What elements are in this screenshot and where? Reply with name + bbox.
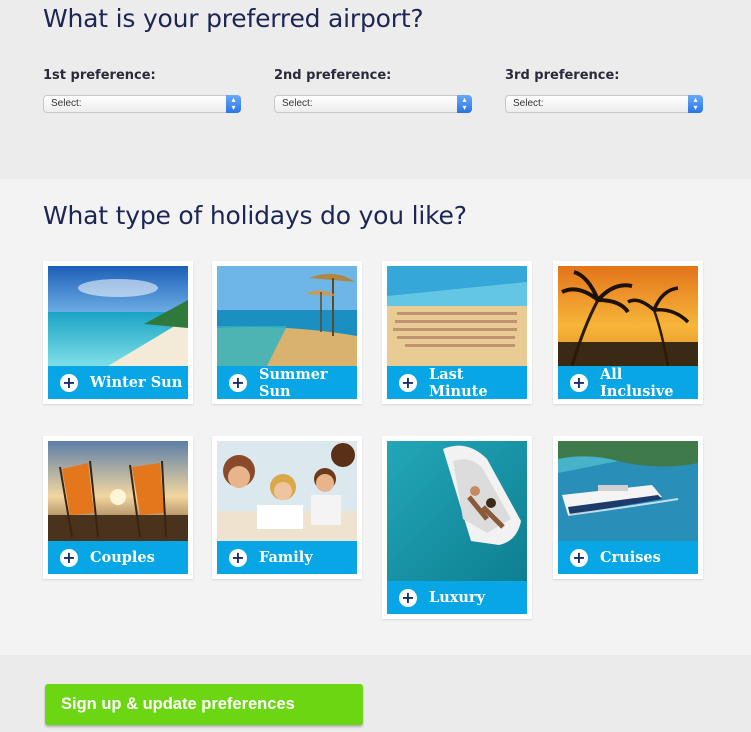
pref-2-label: 2nd preference: bbox=[274, 68, 392, 83]
winter-sun-label: Winter Sun bbox=[90, 374, 183, 391]
plus-icon: + bbox=[399, 373, 417, 392]
luxury-label: Luxury bbox=[429, 589, 485, 606]
plus-icon: + bbox=[60, 373, 78, 392]
last-minute-image bbox=[387, 266, 527, 366]
last-minute-bar: + Last Minute bbox=[387, 365, 527, 400]
plus-icon: + bbox=[229, 548, 247, 567]
plus-icon: + bbox=[229, 373, 247, 392]
plus-icon: + bbox=[60, 548, 78, 567]
winter-sun-bar: + Winter Sun bbox=[48, 366, 188, 399]
summer-sun-bar: + Summer Sun bbox=[217, 365, 357, 400]
holiday-card-summer-sun[interactable]: + Summer Sun bbox=[212, 261, 362, 404]
couples-bar: + Couples bbox=[48, 541, 188, 574]
last-minute-label: Last Minute bbox=[429, 365, 488, 400]
all-inclusive-label: All Inclusive bbox=[600, 365, 674, 400]
all-inclusive-image bbox=[558, 266, 698, 366]
holiday-card-cruises[interactable]: + Cruises bbox=[553, 436, 703, 579]
pref-1-select-value: Select: bbox=[51, 98, 82, 109]
cruises-image bbox=[558, 441, 698, 541]
summer-sun-label: Summer Sun bbox=[259, 365, 328, 400]
pref-2-select[interactable]: Select: ▴ ▾ bbox=[274, 95, 472, 113]
airport-title: What is your preferred airport? bbox=[43, 4, 424, 33]
holiday-card-winter-sun[interactable]: + Winter Sun bbox=[43, 261, 193, 404]
plus-icon: + bbox=[570, 373, 588, 392]
luxury-bar: + Luxury bbox=[387, 581, 527, 614]
pref-1-label: 1st preference: bbox=[43, 68, 156, 83]
pref-1-select[interactable]: Select: ▴ ▾ bbox=[43, 95, 241, 113]
pref-2-select-value: Select: bbox=[282, 98, 313, 109]
cruises-label: Cruises bbox=[600, 549, 661, 566]
luxury-image bbox=[387, 441, 527, 581]
holiday-card-luxury[interactable]: + Luxury bbox=[382, 436, 532, 619]
family-image bbox=[217, 441, 357, 541]
holiday-card-couples[interactable]: + Couples bbox=[43, 436, 193, 579]
couples-label: Couples bbox=[90, 549, 155, 566]
holidays-section: What type of holidays do you like? + Win… bbox=[0, 179, 751, 655]
holidays-title: What type of holidays do you like? bbox=[43, 201, 467, 230]
family-bar: + Family bbox=[217, 541, 357, 574]
updown-chevron-icon: ▴ ▾ bbox=[457, 95, 472, 113]
plus-icon: + bbox=[570, 548, 588, 567]
footer-section: Sign up & update preferences bbox=[0, 655, 751, 732]
all-inclusive-bar: + All Inclusive bbox=[558, 365, 698, 400]
pref-3-select[interactable]: Select: ▴ ▾ bbox=[505, 95, 703, 113]
updown-chevron-icon: ▴ ▾ bbox=[688, 95, 703, 113]
family-label: Family bbox=[259, 549, 313, 566]
pref-1: 1st preference: Select: ▴ ▾ bbox=[43, 68, 243, 113]
airport-section: What is your preferred airport? 1st pref… bbox=[0, 0, 751, 179]
pref-2: 2nd preference: Select: ▴ ▾ bbox=[274, 68, 474, 113]
pref-3-select-value: Select: bbox=[513, 98, 544, 109]
holiday-card-last-minute[interactable]: + Last Minute bbox=[382, 261, 532, 404]
winter-sun-image bbox=[48, 266, 188, 366]
holiday-card-all-inclusive[interactable]: + All Inclusive bbox=[553, 261, 703, 404]
cruises-bar: + Cruises bbox=[558, 541, 698, 574]
holiday-card-family[interactable]: + Family bbox=[212, 436, 362, 579]
pref-3-label: 3rd preference: bbox=[505, 68, 620, 83]
pref-3: 3rd preference: Select: ▴ ▾ bbox=[505, 68, 705, 113]
summer-sun-image bbox=[217, 266, 357, 366]
sign-up-update-preferences-button[interactable]: Sign up & update preferences bbox=[45, 684, 363, 725]
couples-image bbox=[48, 441, 188, 541]
plus-icon: + bbox=[399, 588, 417, 607]
updown-chevron-icon: ▴ ▾ bbox=[226, 95, 241, 113]
